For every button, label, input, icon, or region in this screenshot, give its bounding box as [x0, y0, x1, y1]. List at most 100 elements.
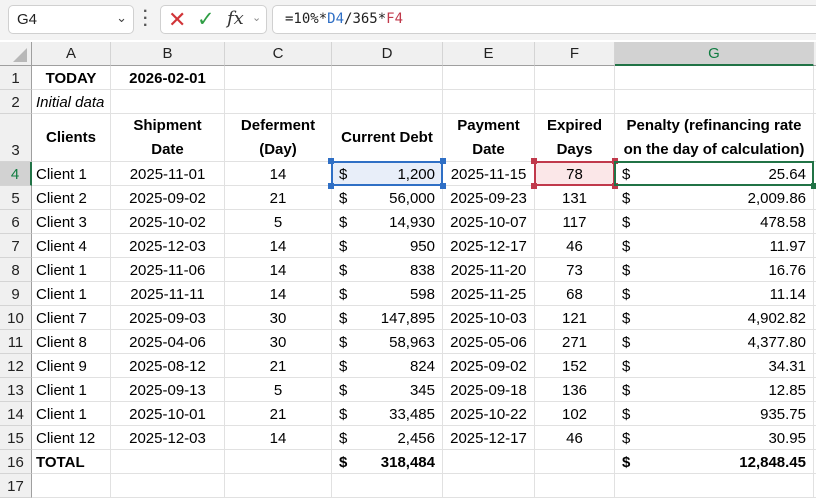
cell-client[interactable]: Client 9 [32, 354, 111, 378]
cell-payment-date[interactable]: 2025-10-07 [443, 210, 535, 234]
cell-client[interactable]: Client 1 [32, 378, 111, 402]
cell-deferment[interactable]: 30 [225, 330, 332, 354]
cancel-icon[interactable]: ✕ [168, 7, 186, 33]
empty-cell[interactable] [225, 474, 332, 498]
column-header-c[interactable]: C [225, 42, 332, 66]
empty-cell[interactable] [535, 474, 615, 498]
cell-shipment-date[interactable]: 2025-09-02 [111, 186, 225, 210]
selection-handle[interactable] [531, 158, 537, 164]
cell-deferment[interactable]: 30 [225, 306, 332, 330]
cell-client[interactable]: Client 1 [32, 258, 111, 282]
cell-shipment-date[interactable]: 2025-10-02 [111, 210, 225, 234]
selection-handle[interactable] [328, 183, 334, 189]
cell-client[interactable]: Client 7 [32, 306, 111, 330]
cell-current-debt[interactable]: 2,456 $ [332, 426, 443, 450]
cell-penalty[interactable]: 935.75 $ [615, 402, 814, 426]
row-header-9[interactable]: 9 [0, 282, 32, 306]
cell-a1-today-label[interactable]: TODAY [32, 66, 111, 90]
selection-handle[interactable] [328, 158, 334, 164]
empty-cell[interactable] [332, 90, 443, 114]
cell-expired-days[interactable]: 136 [535, 378, 615, 402]
cell-current-debt[interactable]: 598 $ [332, 282, 443, 306]
cell-b1-today-value[interactable]: 2026-02-01 [111, 66, 225, 90]
cell-deferment[interactable]: 21 [225, 354, 332, 378]
name-box[interactable]: G4 ⌄ [8, 5, 134, 34]
cell-deferment[interactable]: 14 [225, 234, 332, 258]
cell-expired-days[interactable]: 102 [535, 402, 615, 426]
empty-cell[interactable] [443, 450, 535, 474]
cell-current-debt[interactable]: 33,485 $ [332, 402, 443, 426]
header-deferment[interactable]: Deferment (Day) [225, 114, 332, 162]
cell-penalty[interactable]: 16.76 $ [615, 258, 814, 282]
cell-penalty[interactable]: 34.31 $ [615, 354, 814, 378]
more-options-icon[interactable]: · · · [143, 4, 149, 34]
cell-shipment-date[interactable]: 2025-04-06 [111, 330, 225, 354]
cell-payment-date[interactable]: 2025-09-02 [443, 354, 535, 378]
cell-penalty[interactable]: 478.58 $ [615, 210, 814, 234]
cell-deferment[interactable]: 14 [225, 282, 332, 306]
cell-expired-days[interactable]: 152 [535, 354, 615, 378]
cell-current-debt[interactable]: 147,895 $ [332, 306, 443, 330]
cell-deferment[interactable]: 14 [225, 162, 332, 186]
cell-expired-days[interactable]: 121 [535, 306, 615, 330]
selection-handle[interactable] [531, 183, 537, 189]
cell-client[interactable]: Client 1 [32, 402, 111, 426]
row-header-12[interactable]: 12 [0, 354, 32, 378]
cell-penalty[interactable]: 4,377.80 $ [615, 330, 814, 354]
header-current-debt[interactable]: Current Debt [332, 114, 443, 162]
cell-deferment[interactable]: 5 [225, 378, 332, 402]
header-payment-date[interactable]: Payment Date [443, 114, 535, 162]
empty-cell[interactable] [332, 474, 443, 498]
selection-handle[interactable] [440, 183, 446, 189]
cell-client[interactable]: Client 2 [32, 186, 111, 210]
cell-expired-days[interactable]: 131 [535, 186, 615, 210]
cell-penalty[interactable]: 11.14 $ [615, 282, 814, 306]
header-clients[interactable]: Clients [32, 114, 111, 162]
empty-cell[interactable] [535, 90, 615, 114]
cell-client[interactable]: Client 3 [32, 210, 111, 234]
row-header-2[interactable]: 2 [0, 90, 32, 114]
cell-penalty[interactable]: 11.97 $ [615, 234, 814, 258]
cell-client[interactable]: Client 4 [32, 234, 111, 258]
row-header-13[interactable]: 13 [0, 378, 32, 402]
cell-shipment-date[interactable]: 2025-11-01 [111, 162, 225, 186]
chevron-down-icon[interactable]: ⌄ [116, 10, 127, 26]
empty-cell[interactable] [443, 474, 535, 498]
cell-expired-days[interactable]: 46 [535, 234, 615, 258]
cell-penalty[interactable]: 30.95 $ [615, 426, 814, 450]
cell-shipment-date[interactable]: 2025-12-03 [111, 426, 225, 450]
cell-expired-days[interactable]: 78 [535, 162, 615, 186]
column-header-d[interactable]: D [332, 42, 443, 66]
empty-cell[interactable] [535, 66, 615, 90]
empty-cell[interactable] [443, 90, 535, 114]
cell-shipment-date[interactable]: 2025-09-03 [111, 306, 225, 330]
row-header-8[interactable]: 8 [0, 258, 32, 282]
cell-current-debt[interactable]: 56,000 $ [332, 186, 443, 210]
cell-a2-initial-data[interactable]: Initial data [32, 90, 111, 114]
row-header-4[interactable]: 4 [0, 162, 32, 186]
cell-current-debt[interactable]: 345 $ [332, 378, 443, 402]
cell-penalty[interactable]: 25.64 $ [615, 162, 814, 186]
empty-cell[interactable] [615, 474, 814, 498]
selection-handle[interactable] [612, 158, 618, 164]
empty-cell[interactable] [225, 66, 332, 90]
cell-current-debt[interactable]: 58,963 $ [332, 330, 443, 354]
cell-penalty[interactable]: 12.85 $ [615, 378, 814, 402]
cell-payment-date[interactable]: 2025-05-06 [443, 330, 535, 354]
selection-handle[interactable] [811, 183, 816, 189]
cell-current-debt[interactable]: 838 $ [332, 258, 443, 282]
empty-cell[interactable] [225, 450, 332, 474]
cell-payment-date[interactable]: 2025-10-03 [443, 306, 535, 330]
cell-expired-days[interactable]: 117 [535, 210, 615, 234]
cell-client[interactable]: Client 8 [32, 330, 111, 354]
cell-deferment[interactable]: 5 [225, 210, 332, 234]
column-header-g[interactable]: G [615, 42, 814, 66]
cell-shipment-date[interactable]: 2025-12-03 [111, 234, 225, 258]
header-penalty[interactable]: Penalty (refinancing rate on the day of c… [615, 114, 814, 162]
cell-penalty[interactable]: 4,902.82 $ [615, 306, 814, 330]
cell-payment-date[interactable]: 2025-12-17 [443, 426, 535, 450]
row-header-14[interactable]: 14 [0, 402, 32, 426]
header-shipment-date[interactable]: Shipment Date [111, 114, 225, 162]
cell-expired-days[interactable]: 46 [535, 426, 615, 450]
row-header-7[interactable]: 7 [0, 234, 32, 258]
